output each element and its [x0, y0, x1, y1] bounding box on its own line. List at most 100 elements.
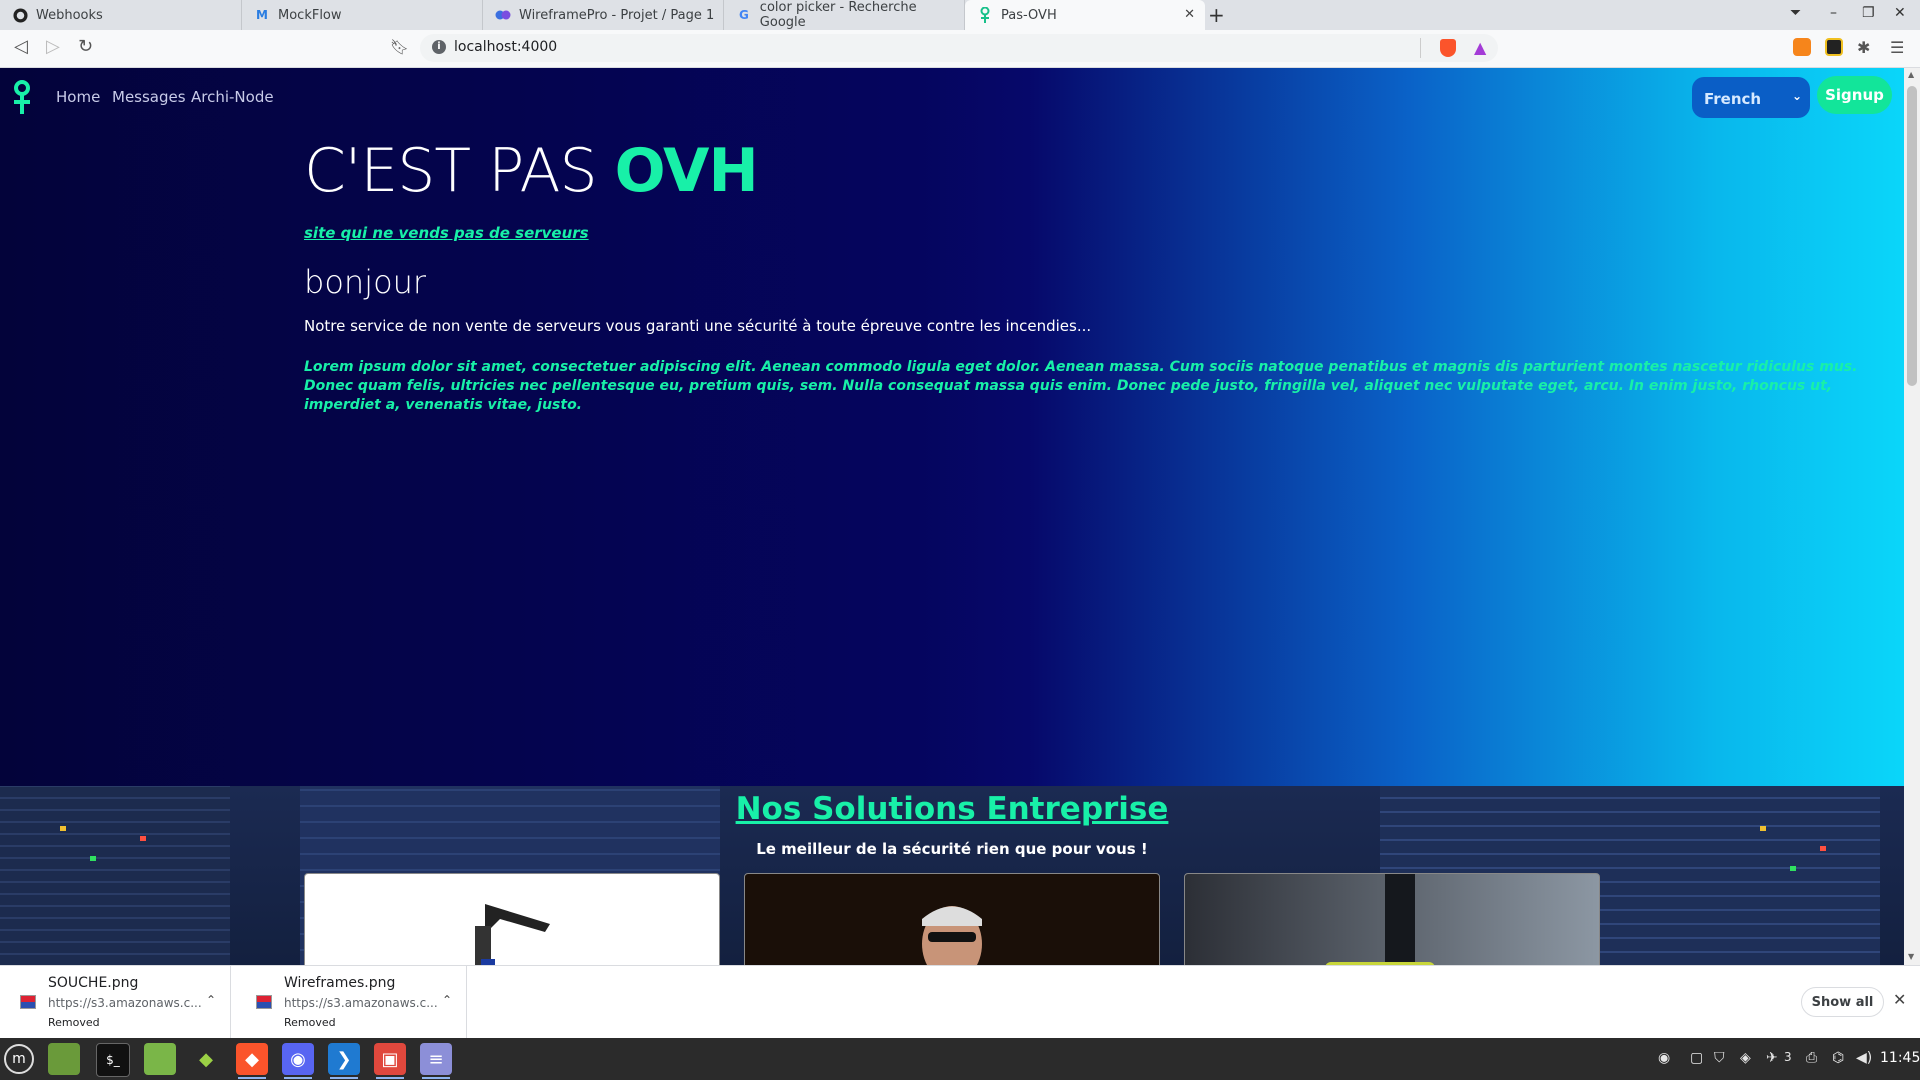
metamask-icon[interactable] — [1793, 38, 1811, 56]
chevron-up-icon[interactable]: ⌃ — [206, 993, 216, 1007]
google-icon: G — [738, 8, 749, 22]
hero-section: Home Messages Archi-Node French ⌄ Signup… — [0, 68, 1904, 786]
download-url: https://s3.amazonaws.c... — [48, 996, 202, 1010]
reload-icon[interactable]: ↻ — [78, 36, 93, 57]
downloads-bar: SOUCHE.png https://s3.amazonaws.c... Rem… — [0, 965, 1920, 1038]
browser-toolbar: ◁ ▷ ↻ 🔖︎ i localhost:4000 ▲ ✱ ☰ — [0, 30, 1920, 68]
tab-title: MockFlow — [278, 7, 342, 23]
lorem-text: Lorem ipsum dolor sit amet, consectetuer… — [304, 359, 1858, 413]
solutions-subtitle: Le meilleur de la sécurité rien que pour… — [756, 840, 1148, 858]
nav-home[interactable]: Home — [56, 88, 100, 106]
tab-pas-ovh[interactable]: Pas-OVH ✕ — [965, 0, 1205, 30]
discord-icon[interactable]: ◉ — [282, 1043, 314, 1079]
title-prefix: C'EST PAS — [304, 136, 615, 206]
site-info-icon[interactable]: i — [432, 40, 446, 54]
extension-icon[interactable] — [1825, 38, 1843, 56]
description-text: Notre service de non vente de serveurs v… — [304, 317, 1092, 335]
page-scrollbar[interactable]: ▲ ▼ — [1904, 68, 1920, 965]
bookmark-icon[interactable]: 🔖︎ — [390, 38, 409, 56]
site-navbar: Home Messages Archi-Node French ⌄ Signup — [0, 68, 1904, 128]
download-url: https://s3.amazonaws.c... — [284, 996, 438, 1010]
download-name: Wireframes.png — [284, 975, 396, 991]
notifications-icon[interactable]: ✈ — [1766, 1050, 1778, 1066]
brand-logo-icon[interactable] — [12, 80, 32, 114]
download-item[interactable]: SOUCHE.png https://s3.amazonaws.c... Rem… — [0, 966, 231, 1038]
scroll-thumb[interactable] — [1907, 86, 1917, 386]
clock[interactable]: 11:45 — [1880, 1050, 1920, 1066]
language-select[interactable]: French ⌄ — [1692, 77, 1810, 118]
file-manager-icon[interactable] — [144, 1043, 176, 1075]
solution-card-extinguisher[interactable] — [304, 873, 720, 965]
signup-button[interactable]: Signup — [1817, 76, 1892, 114]
image-file-icon — [256, 995, 272, 1009]
mint-menu-icon[interactable]: m — [4, 1044, 34, 1074]
menu-icon[interactable]: ☰ — [1890, 38, 1904, 57]
forward-icon[interactable]: ▷ — [46, 36, 60, 57]
tab-search-icon[interactable]: ⏷ — [1790, 5, 1801, 21]
url-text: localhost:4000 — [454, 39, 558, 55]
language-value: French — [1704, 90, 1762, 108]
led — [1790, 866, 1796, 871]
volume-icon[interactable]: ◀) — [1856, 1050, 1872, 1066]
text-editor-icon[interactable]: ≡ — [420, 1043, 452, 1079]
download-item[interactable]: Wireframes.png https://s3.amazonaws.c...… — [236, 966, 467, 1038]
divider — [1420, 38, 1421, 58]
fire-extinguisher-image — [475, 904, 550, 965]
tab-title: Pas-OVH — [1001, 7, 1057, 23]
tab-title: WireframePro - Projet / Page 1 — [519, 7, 715, 23]
agent-portrait-image — [922, 906, 982, 965]
close-downloads-icon[interactable]: ✕ — [1893, 990, 1906, 1009]
app-icon[interactable]: ▣ — [374, 1043, 406, 1079]
chevron-up-icon[interactable]: ⌃ — [442, 993, 452, 1007]
new-tab-icon[interactable]: + — [1208, 3, 1225, 27]
brave-rewards-icon[interactable]: ▲ — [1474, 38, 1486, 57]
web-page: Home Messages Archi-Node French ⌄ Signup… — [0, 68, 1904, 965]
security-person-image — [1325, 874, 1435, 965]
scroll-down-icon[interactable]: ▼ — [1908, 952, 1914, 961]
tab-title: Webhooks — [36, 7, 103, 23]
tab-strip: Webhooks M MockFlow WireframePro - Proje… — [0, 0, 1920, 30]
vscode-icon[interactable]: ❯ — [328, 1043, 360, 1079]
ovh-icon — [977, 7, 993, 23]
section-heading: bonjour — [304, 263, 427, 301]
mockflow-icon: M — [256, 8, 268, 22]
clipboard-icon[interactable]: ▢ — [1690, 1050, 1703, 1066]
solutions-title[interactable]: Nos Solutions Entreprise — [0, 791, 1904, 827]
os-taskbar: m $_ ◆ ◆ ◉ ❯ ▣ ≡ ◉ ▢ ⛉ ◈ ✈ 3 ⎙ ⌬ ◀) 11:4… — [0, 1038, 1920, 1080]
close-window-icon[interactable]: ✕ — [1894, 5, 1906, 21]
nav-messages[interactable]: Messages — [112, 88, 186, 106]
close-tab-icon[interactable]: ✕ — [1184, 7, 1195, 22]
extensions-puzzle-icon[interactable]: ✱ — [1857, 38, 1870, 57]
notification-count: 3 — [1784, 1050, 1792, 1064]
page-title: C'EST PAS OVH — [304, 136, 759, 206]
tab-wireframepro[interactable]: WireframePro - Projet / Page 1 — [483, 0, 724, 30]
printer-icon[interactable]: ⎙ — [1806, 1050, 1817, 1066]
shield-icon[interactable]: ⛉ — [1714, 1050, 1725, 1066]
restore-icon[interactable]: ❐ — [1862, 5, 1875, 21]
tagline-link[interactable]: site qui ne vends pas de serveurs — [304, 224, 589, 242]
terminal-icon[interactable]: $_ — [96, 1043, 130, 1077]
solution-card-security[interactable] — [1184, 873, 1600, 965]
scroll-up-icon[interactable]: ▲ — [1908, 70, 1914, 79]
brave-shields-icon[interactable] — [1440, 39, 1456, 57]
download-status: Removed — [48, 1016, 100, 1029]
github-icon — [12, 7, 28, 23]
tab-title: color picker - Recherche Google — [759, 0, 917, 30]
nav-archi-node[interactable]: Archi-Node — [191, 88, 274, 106]
discord-tray-icon[interactable]: ◉ — [1658, 1050, 1670, 1066]
address-bar[interactable]: i localhost:4000 ▲ — [420, 34, 1498, 62]
network-icon[interactable]: ⌬ — [1832, 1050, 1844, 1066]
show-all-button[interactable]: Show all — [1801, 987, 1884, 1017]
solution-card-agent[interactable] — [744, 873, 1160, 965]
wireframepro-icon — [495, 7, 511, 23]
tab-google[interactable]: G color picker - Recherche Google — [724, 0, 965, 30]
show-desktop-icon[interactable] — [48, 1043, 80, 1075]
android-studio-icon[interactable]: ◆ — [190, 1043, 222, 1075]
tab-webhooks[interactable]: Webhooks — [0, 0, 242, 30]
back-icon[interactable]: ◁ — [14, 36, 28, 57]
solutions-section: Nos Solutions Entreprise Le meilleur de … — [0, 786, 1904, 965]
vpn-icon[interactable]: ◈ — [1740, 1050, 1751, 1066]
brave-browser-icon[interactable]: ◆ — [236, 1043, 268, 1079]
minimize-icon[interactable]: – — [1830, 5, 1837, 21]
tab-mockflow[interactable]: M MockFlow — [242, 0, 483, 30]
